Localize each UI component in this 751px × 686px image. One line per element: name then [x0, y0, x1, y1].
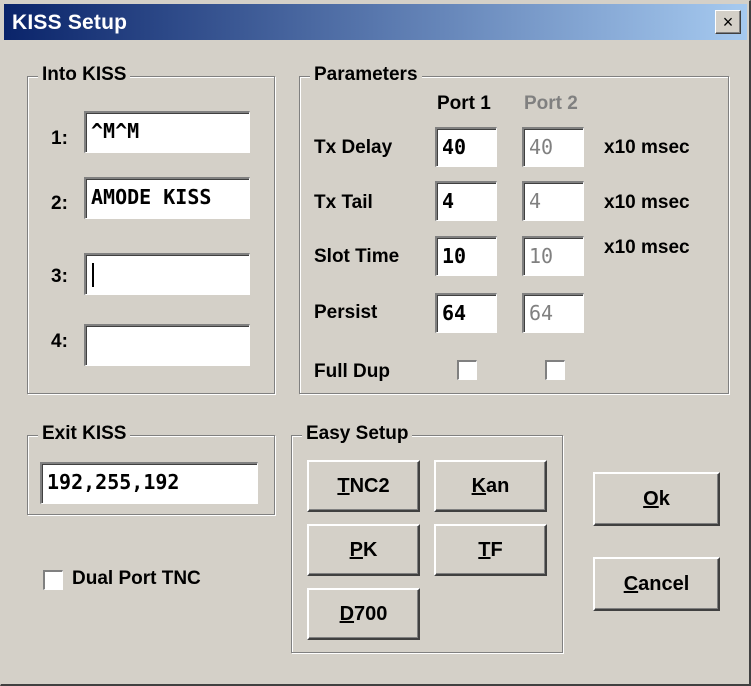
tx-delay-unit: x10 msec [604, 137, 690, 158]
full-dup-port1-checkbox[interactable] [457, 360, 477, 380]
dual-port-tnc-checkbox[interactable] [43, 570, 63, 590]
exit-kiss-legend: Exit KISS [38, 423, 131, 445]
kan-button[interactable]: Kan [434, 460, 547, 512]
window-title: KISS Setup [12, 11, 128, 34]
into-kiss-field-2[interactable]: AMODE KISS [84, 177, 250, 219]
port2-header: Port 2 [524, 93, 578, 114]
into-kiss-field-4[interactable] [84, 324, 250, 366]
into-kiss-field-3[interactable] [84, 253, 250, 295]
close-button[interactable]: × [715, 10, 741, 34]
dual-port-tnc-label[interactable]: Dual Port TNC [72, 568, 201, 590]
tnc2-button[interactable]: TNC2 [307, 460, 420, 512]
text-cursor [92, 262, 94, 287]
parameters-group: Parameters [299, 64, 729, 394]
persist-port2-field: 64 [522, 293, 584, 333]
exit-kiss-field[interactable]: 192,255,192 [40, 462, 258, 504]
ok-button[interactable]: Ok [593, 472, 720, 526]
persist-port1-field[interactable]: 64 [435, 293, 497, 333]
tx-delay-port1-field[interactable]: 40 [435, 127, 497, 167]
tx-tail-port1-field[interactable]: 4 [435, 181, 497, 221]
persist-label: Persist [314, 302, 378, 323]
tx-delay-label: Tx Delay [314, 137, 393, 158]
tx-tail-unit: x10 msec [604, 192, 690, 213]
slot-time-port1-field[interactable]: 10 [435, 236, 497, 276]
tx-tail-label: Tx Tail [314, 192, 373, 213]
full-dup-label: Full Dup [314, 361, 390, 382]
cancel-button[interactable]: Cancel [593, 557, 720, 611]
tx-delay-port2-field: 40 [522, 127, 584, 167]
easy-setup-legend: Easy Setup [302, 423, 413, 445]
kiss-setup-dialog: KISS Setup × Into KISS 1: ^M^M 2: AMODE … [0, 0, 751, 686]
full-dup-port2-checkbox[interactable] [545, 360, 565, 380]
into-kiss-label-3: 3: [51, 266, 68, 287]
port1-header: Port 1 [437, 93, 491, 114]
into-kiss-label-4: 4: [51, 331, 68, 352]
slot-time-unit: x10 msec [604, 237, 690, 258]
into-kiss-label-1: 1: [51, 128, 68, 149]
slot-time-label: Slot Time [314, 246, 400, 267]
title-bar[interactable]: KISS Setup × [4, 4, 747, 40]
into-kiss-legend: Into KISS [38, 64, 131, 86]
pk-button[interactable]: PK [307, 524, 420, 576]
parameters-legend: Parameters [310, 64, 422, 86]
into-kiss-label-2: 2: [51, 193, 68, 214]
tx-tail-port2-field: 4 [522, 181, 584, 221]
slot-time-port2-field: 10 [522, 236, 584, 276]
into-kiss-field-1[interactable]: ^M^M [84, 111, 250, 153]
tf-button[interactable]: TF [434, 524, 547, 576]
d700-button[interactable]: D700 [307, 588, 420, 640]
